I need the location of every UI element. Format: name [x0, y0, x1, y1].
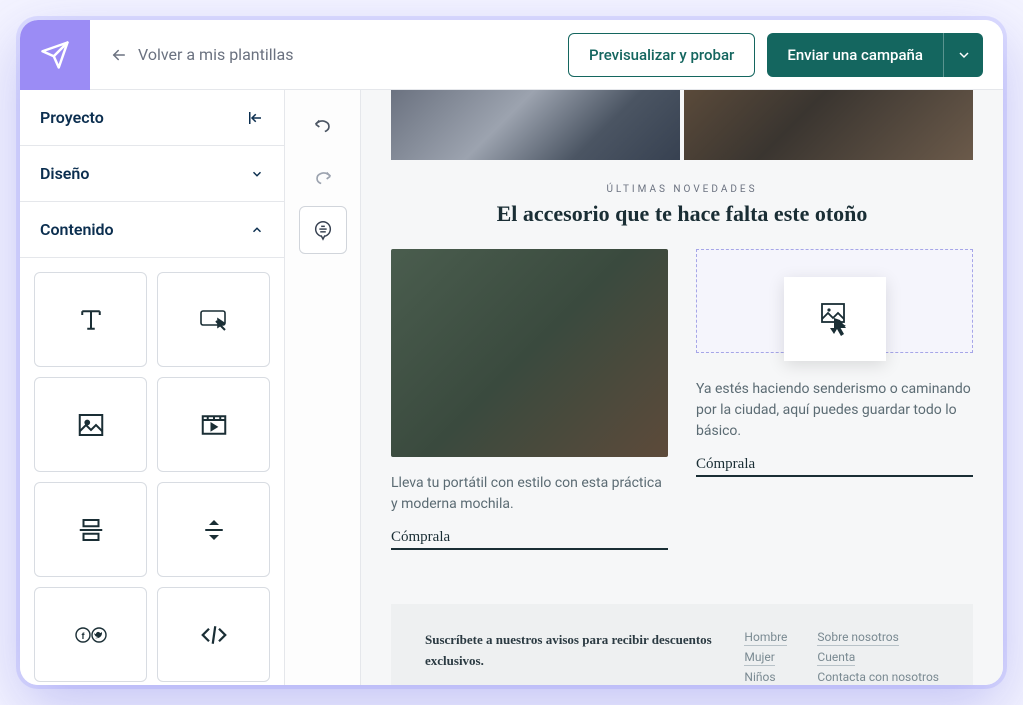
send-dropdown-toggle[interactable] [943, 33, 983, 77]
comment-icon [312, 219, 334, 241]
block-spacer[interactable] [157, 482, 270, 577]
product-col-right: Ya estés haciendo senderismo o caminando… [696, 249, 973, 550]
section-design[interactable]: Diseño [20, 146, 284, 202]
block-text[interactable] [34, 272, 147, 367]
block-social[interactable]: f [34, 587, 147, 682]
chevron-down-icon [250, 167, 264, 181]
send-button-group: Enviar una campaña [767, 33, 983, 77]
product-caption-left[interactable]: Lleva tu portátil con estilo con esta pr… [391, 473, 668, 515]
collapse-icon [246, 109, 264, 127]
hero-image-right[interactable] [684, 90, 973, 160]
footer-subscribe-text[interactable]: Suscríbete a nuestros avisos para recibi… [425, 630, 714, 685]
body: Proyecto Diseño Contenido [20, 90, 1003, 685]
block-image[interactable] [34, 377, 147, 472]
footer-col-2: Sobre nosotros Cuenta Contacta con nosot… [817, 630, 939, 685]
tool-column [285, 90, 361, 685]
sidebar: Proyecto Diseño Contenido [20, 90, 285, 685]
email-footer: Suscríbete a nuestros avisos para recibi… [391, 604, 973, 685]
app-logo[interactable] [20, 20, 90, 90]
header: Volver a mis plantillas Previsualizar y … [20, 20, 1003, 90]
product-cta-right[interactable]: Cómprala [696, 456, 973, 477]
section-content[interactable]: Contenido [20, 202, 284, 258]
redo-icon [312, 167, 334, 189]
redo-button[interactable] [299, 154, 347, 202]
section-project[interactable]: Proyecto [20, 90, 284, 146]
code-icon [199, 620, 229, 650]
layout-icon [76, 515, 106, 545]
text-icon [76, 305, 106, 335]
hero-image-row [391, 90, 973, 160]
headline[interactable]: El accesorio que te hace falta este otoñ… [391, 201, 973, 227]
footer-link[interactable]: Contacta con nosotros [817, 670, 939, 685]
footer-link[interactable]: Niños [744, 670, 775, 685]
product-col-left: Lleva tu portátil con estilo con esta pr… [391, 249, 668, 550]
footer-link[interactable]: Hombre [744, 630, 787, 646]
product-cta-left[interactable]: Cómprala [391, 529, 668, 550]
block-layout[interactable] [34, 482, 147, 577]
comments-button[interactable] [299, 206, 347, 254]
email-canvas[interactable]: ÚLTIMAS NOVEDADES El accesorio que te ha… [361, 90, 1003, 685]
image-icon [76, 410, 106, 440]
social-icon: f [73, 623, 109, 647]
block-html[interactable] [157, 587, 270, 682]
product-caption-right[interactable]: Ya estés haciendo senderismo o caminando… [696, 379, 973, 442]
footer-col-1: Hombre Mujer Niños [744, 630, 787, 685]
image-dropzone[interactable] [696, 249, 973, 353]
product-image-backpack[interactable] [391, 249, 668, 457]
footer-link[interactable]: Cuenta [817, 650, 855, 666]
overline[interactable]: ÚLTIMAS NOVEDADES [391, 184, 973, 195]
spacer-icon [199, 515, 229, 545]
caret-down-icon [959, 50, 969, 60]
app-window: Volver a mis plantillas Previsualizar y … [20, 20, 1003, 685]
svg-text:f: f [81, 631, 85, 641]
undo-button[interactable] [299, 102, 347, 150]
send-campaign-button[interactable]: Enviar una campaña [767, 33, 943, 77]
video-icon [199, 410, 229, 440]
button-icon [198, 305, 230, 335]
back-label: Volver a mis plantillas [138, 45, 293, 64]
preview-button[interactable]: Previsualizar y probar [568, 33, 755, 77]
block-button[interactable] [157, 272, 270, 367]
drag-preview-card [784, 277, 886, 361]
product-columns: Lleva tu portátil con estilo con esta pr… [391, 249, 973, 550]
image-drop-icon [816, 300, 854, 338]
content-blocks: f [20, 258, 284, 685]
undo-icon [312, 115, 334, 137]
back-link[interactable]: Volver a mis plantillas [90, 45, 313, 64]
hero-image-left[interactable] [391, 90, 680, 160]
block-video[interactable] [157, 377, 270, 472]
arrow-left-icon [110, 46, 128, 64]
paper-plane-icon [40, 40, 70, 70]
footer-link[interactable]: Mujer [744, 650, 774, 666]
chevron-up-icon [250, 223, 264, 237]
footer-link[interactable]: Sobre nosotros [817, 630, 898, 646]
